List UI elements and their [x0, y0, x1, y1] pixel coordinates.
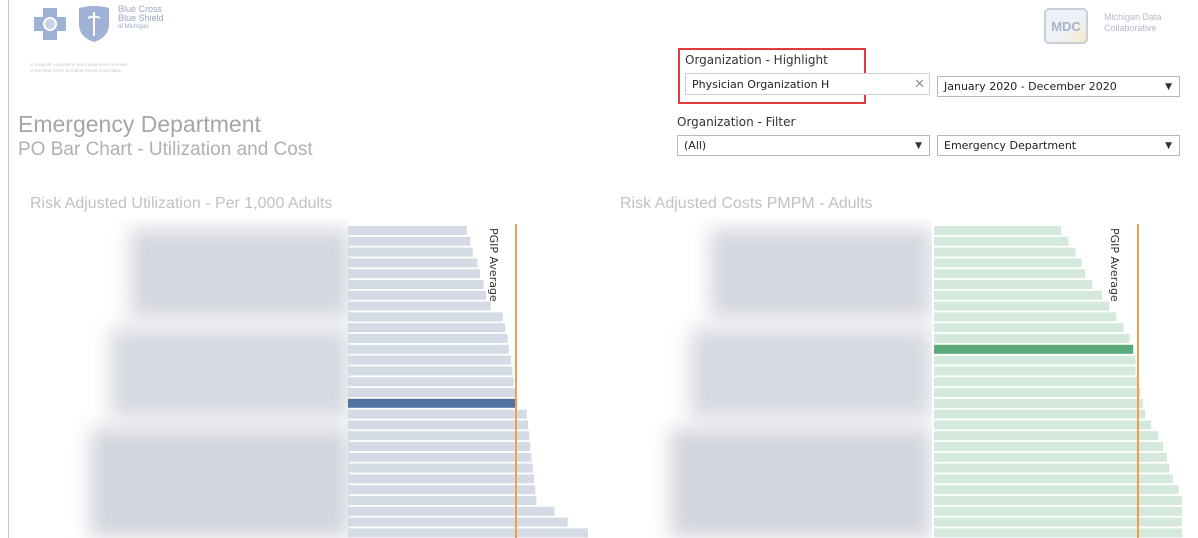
left-border [8, 0, 9, 538]
cost-bar-1[interactable] [934, 226, 1062, 235]
brand-line-3: of Michigan [118, 24, 149, 30]
cost-bar-18[interactable] [934, 409, 1146, 419]
disclaimer-line-2: of the Blue Cross and Blue Shield Associ… [30, 68, 122, 73]
utilization-bar-25[interactable] [348, 485, 536, 495]
cost-bar-23[interactable] [934, 463, 1170, 473]
category-select[interactable]: Emergency Department ▼ [937, 135, 1180, 156]
utilization-bar-17[interactable] [348, 398, 518, 408]
blue-cross-icon [34, 8, 66, 40]
mdc-line-2: Collaborative [1104, 23, 1157, 33]
utilization-bar-7[interactable] [348, 290, 486, 300]
date-range-value: January 2020 - December 2020 [944, 80, 1117, 93]
filter-label: Organization - Filter [677, 115, 796, 129]
cost-bar-28[interactable] [934, 517, 1182, 527]
blue-shield-icon [79, 6, 109, 42]
organization-filter-value: (All) [684, 139, 707, 152]
cost-bar-2[interactable] [934, 236, 1069, 246]
mdc-logo-badge: MDC [1044, 8, 1088, 44]
utilization-bar-27[interactable] [348, 506, 555, 516]
brand-name: Blue Cross Blue Shield of Michigan [118, 5, 164, 31]
utilization-bar-26[interactable] [348, 496, 537, 505]
utilization-average-label: PGIP Average [487, 228, 500, 302]
utilization-bar-24[interactable] [348, 474, 534, 484]
cost-bar-11[interactable] [934, 334, 1130, 343]
utilization-bar-2[interactable] [348, 236, 471, 246]
cost-bar-27[interactable] [934, 506, 1182, 516]
cost-bar-26[interactable] [934, 496, 1182, 505]
utilization-chart-title: Risk Adjusted Utilization - Per 1,000 Ad… [30, 195, 333, 212]
cost-bar-20[interactable] [934, 431, 1159, 441]
utilization-bar-chart [348, 224, 588, 538]
date-range-select[interactable]: January 2020 - December 2020 ▼ [937, 76, 1180, 97]
cost-average-label: PGIP Average [1108, 228, 1121, 302]
utilization-bar-18[interactable] [348, 409, 527, 419]
clear-icon[interactable]: × [914, 77, 925, 92]
cost-bar-24[interactable] [934, 474, 1173, 484]
utilization-bar-21[interactable] [348, 442, 531, 451]
cost-bar-21[interactable] [934, 442, 1164, 451]
cost-bar-6[interactable] [934, 280, 1093, 289]
utilization-bar-8[interactable] [348, 301, 491, 311]
utilization-bar-1[interactable] [348, 226, 467, 235]
utilization-label-area [70, 218, 350, 538]
utilization-bar-6[interactable] [348, 280, 484, 289]
category-value: Emergency Department [944, 139, 1077, 152]
bcbs-logo: Blue Cross Blue Shield of Michigan A non… [30, 4, 270, 84]
chevron-down-icon: ▼ [915, 140, 922, 151]
page-title: Emergency Department [18, 111, 261, 137]
cost-chart-title: Risk Adjusted Costs PMPM - Adults [620, 195, 873, 212]
cost-bar-7[interactable] [934, 290, 1102, 300]
cost-bar-15[interactable] [934, 377, 1138, 387]
utilization-bar-23[interactable] [348, 463, 533, 473]
cost-bar-12[interactable] [934, 344, 1134, 354]
utilization-bar-19[interactable] [348, 420, 528, 430]
utilization-bar-9[interactable] [348, 312, 503, 322]
brand-disclaimer: A nonprofit corporation and independent … [30, 62, 128, 74]
cost-bar-16[interactable] [934, 388, 1141, 397]
mdc-line-1: Michigan Data [1104, 12, 1162, 22]
cost-bar-5[interactable] [934, 269, 1086, 279]
utilization-bar-4[interactable] [348, 258, 478, 268]
cost-label-area [650, 218, 932, 538]
utilization-bar-3[interactable] [348, 247, 473, 257]
cost-bar-13[interactable] [934, 355, 1136, 365]
cost-bar-4[interactable] [934, 258, 1082, 268]
utilization-bar-11[interactable] [348, 334, 508, 343]
cost-bar-14[interactable] [934, 366, 1136, 376]
utilization-bar-20[interactable] [348, 431, 530, 441]
mdc-logo-text: Michigan Data Collaborative [1104, 12, 1162, 34]
cost-bar-17[interactable] [934, 398, 1143, 408]
page-subtitle: PO Bar Chart - Utilization and Cost [18, 139, 313, 160]
cost-bar-3[interactable] [934, 247, 1076, 257]
chevron-down-icon: ▼ [1165, 81, 1172, 92]
utilization-bar-10[interactable] [348, 323, 506, 333]
cost-bar-29[interactable] [934, 528, 1182, 538]
cost-bar-19[interactable] [934, 420, 1152, 430]
cost-bar-22[interactable] [934, 452, 1167, 462]
utilization-bar-13[interactable] [348, 355, 512, 365]
highlight-input[interactable]: Physician Organization H × [685, 73, 930, 95]
utilization-bar-14[interactable] [348, 366, 513, 376]
cost-bar-9[interactable] [934, 312, 1117, 322]
utilization-bar-28[interactable] [348, 517, 568, 527]
brand-line-2: Blue Shield [118, 13, 164, 23]
utilization-bar-12[interactable] [348, 344, 509, 354]
utilization-bar-29[interactable] [348, 528, 588, 538]
highlight-label: Organization - Highlight [685, 53, 828, 67]
utilization-bar-15[interactable] [348, 377, 514, 387]
cost-bar-chart [934, 224, 1182, 538]
utilization-bar-16[interactable] [348, 388, 516, 397]
utilization-bar-5[interactable] [348, 269, 480, 279]
organization-filter-select[interactable]: (All) ▼ [677, 135, 930, 156]
highlight-input-value: Physician Organization H [692, 77, 830, 91]
cost-bar-25[interactable] [934, 485, 1179, 495]
cost-bar-10[interactable] [934, 323, 1124, 333]
cost-bar-8[interactable] [934, 301, 1110, 311]
utilization-bar-22[interactable] [348, 452, 532, 462]
chevron-down-icon: ▼ [1165, 140, 1172, 151]
